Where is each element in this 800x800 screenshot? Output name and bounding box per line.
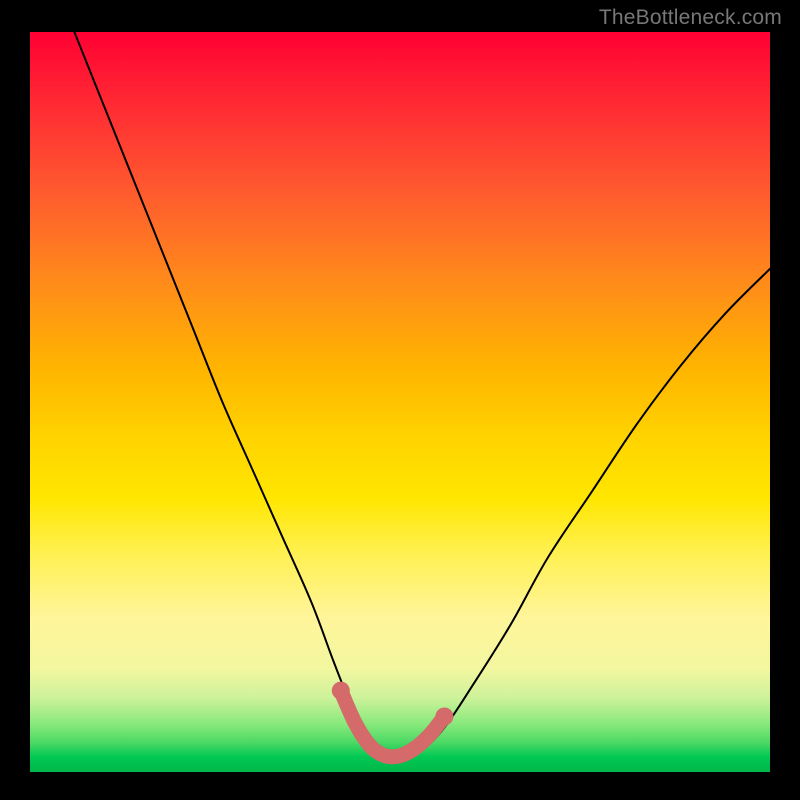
bottleneck-curve xyxy=(74,32,770,758)
highlight-end-dot xyxy=(332,682,350,700)
plot-area xyxy=(30,32,770,772)
chart-svg xyxy=(30,32,770,772)
chart-frame: TheBottleneck.com xyxy=(0,0,800,800)
watermark-text: TheBottleneck.com xyxy=(599,6,782,30)
highlight-end-dot xyxy=(435,708,453,726)
optimal-zone-highlight xyxy=(341,691,445,757)
